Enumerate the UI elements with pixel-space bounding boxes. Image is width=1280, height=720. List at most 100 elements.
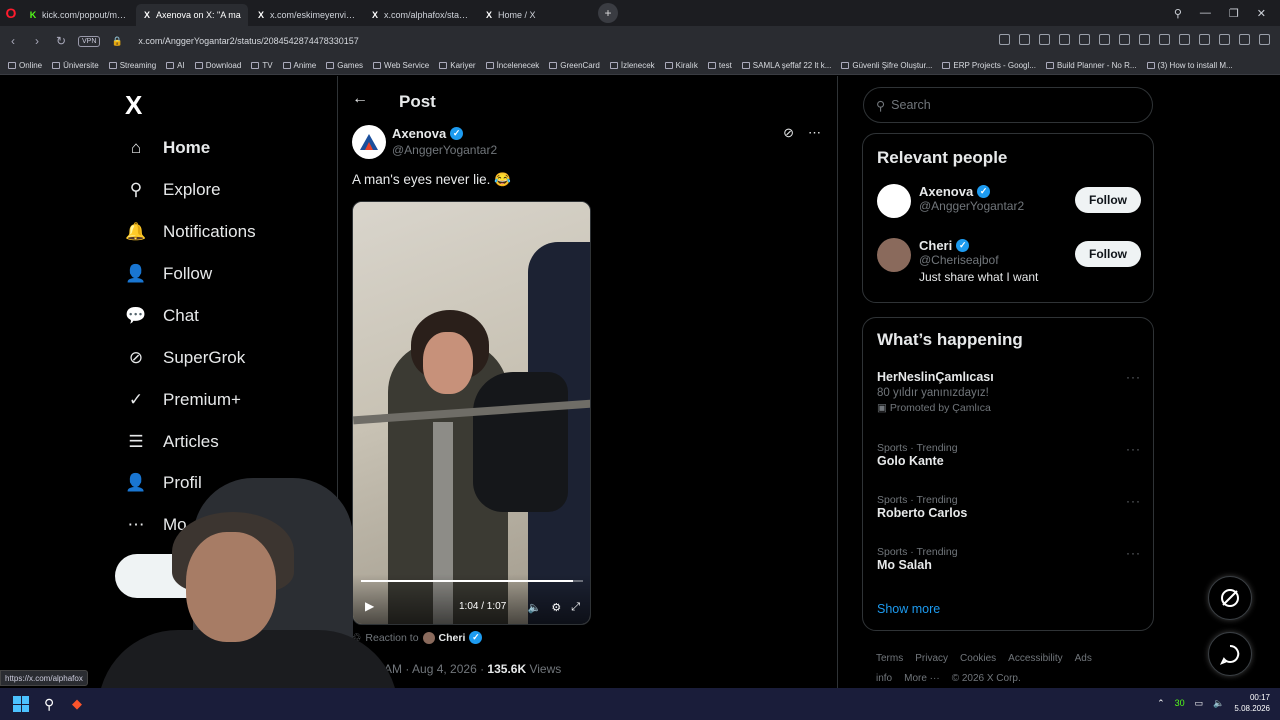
more-options-icon[interactable]: ··· <box>1126 370 1141 384</box>
trend-item[interactable]: HerNeslinÇamlıcası 80 yıldır yanınızdayız… <box>877 370 1141 414</box>
trend-item[interactable]: Sports · Trending Mo Salah ··· <box>877 546 1141 572</box>
search-tabs-icon[interactable]: ⚲ <box>1174 7 1182 20</box>
footer-link[interactable]: More ··· <box>904 673 940 684</box>
snapshot-icon[interactable] <box>1019 34 1030 45</box>
new-tab-button[interactable]: + <box>598 3 618 23</box>
download-icon[interactable] <box>1139 34 1150 45</box>
relevant-person[interactable]: Axenova ✓ @AnggerYogantar2 <box>877 184 1024 218</box>
camera-icon[interactable] <box>1039 34 1050 45</box>
brave-icon[interactable]: ◆ <box>72 696 82 712</box>
footer-link[interactable]: Cookies <box>960 653 996 664</box>
bookmark-item[interactable]: ERP Projects - Googl... <box>942 61 1036 70</box>
url-field[interactable]: x.com/AnggerYogantar2/status/20845428744… <box>138 36 358 46</box>
more-options-icon[interactable]: ··· <box>1126 442 1141 456</box>
bookmark-item[interactable]: SAMLA şeffaf 22 lt k... <box>741 61 831 70</box>
bookmark-item[interactable]: TV <box>251 61 273 70</box>
avatar[interactable] <box>877 238 911 272</box>
vpn-badge[interactable]: VPN <box>78 35 101 47</box>
close-icon[interactable]: ✕ <box>1257 7 1266 20</box>
tray-badge[interactable]: 30 <box>1175 698 1185 708</box>
grok-fab-button[interactable] <box>1208 576 1252 620</box>
clock[interactable]: 00:17 5.08.2026 <box>1234 692 1270 714</box>
more-options-icon[interactable]: ⋯ <box>808 125 821 141</box>
browser-tab[interactable]: X Axenova on X: "A ma <box>136 4 248 26</box>
menu-icon[interactable] <box>1159 34 1170 45</box>
trend-item[interactable]: Sports · Trending Golo Kante ··· <box>877 442 1141 468</box>
messages-fab-button[interactable] <box>1208 632 1252 676</box>
relevant-person[interactable]: Cheri ✓ @Cheriseajbof Just share what I w… <box>877 238 1038 284</box>
bookmark-item[interactable]: test <box>707 61 732 70</box>
nav-item-home[interactable]: ⌂ Home <box>125 128 210 168</box>
nav-item-chat[interactable]: 💬 Chat <box>125 296 199 336</box>
adblock-icon[interactable] <box>1239 34 1250 45</box>
nav-item-supergrok[interactable]: ⊘ SuperGrok <box>125 338 245 378</box>
more-options-icon[interactable]: ··· <box>1126 494 1141 508</box>
extension-icon[interactable] <box>1079 34 1090 45</box>
avatar[interactable] <box>877 184 911 218</box>
bookmark-item[interactable]: İzlenecek <box>609 61 655 70</box>
nav-item-premium[interactable]: ✓ Premium+ <box>125 380 241 420</box>
bookmark-item[interactable]: İncelenecek <box>485 61 539 70</box>
bookmark-item[interactable]: GreenCard <box>549 61 600 70</box>
lock-icon[interactable]: 🔒 <box>110 36 124 47</box>
volume-icon[interactable]: 🔈 <box>1213 698 1224 709</box>
follow-button[interactable]: Follow <box>1075 187 1141 213</box>
follow-button[interactable]: Follow <box>1075 241 1141 267</box>
back-arrow-icon[interactable]: ← <box>352 90 368 108</box>
bookmark-item[interactable]: Kariyer <box>439 61 476 70</box>
bookmark-item[interactable]: Build Planner - No R... <box>1045 61 1137 70</box>
author-name[interactable]: Axenova ✓ <box>392 126 464 141</box>
extension-k-icon[interactable] <box>1219 34 1230 45</box>
maximize-icon[interactable]: ❐ <box>1229 7 1239 20</box>
search-icon[interactable]: ⚲ <box>44 696 54 713</box>
bookmark-item[interactable]: Online <box>8 61 42 70</box>
footer-link[interactable]: Privacy <box>915 653 948 664</box>
heart-icon[interactable] <box>1119 34 1130 45</box>
nav-item-articles[interactable]: ☰ Articles <box>125 422 218 462</box>
more-options-icon[interactable]: ··· <box>1126 546 1141 560</box>
settings-icon[interactable] <box>1259 34 1270 45</box>
author-handle[interactable]: @AnggerYogantar2 <box>392 143 497 157</box>
bookmark-item[interactable]: Güvenli Şifre Oluştur... <box>841 61 932 70</box>
bookmark-item[interactable]: Anime <box>282 61 316 70</box>
bookmark-item[interactable]: Games <box>326 61 363 70</box>
bookmark-item[interactable]: Download <box>194 61 241 70</box>
nav-item-notifications[interactable]: 🔔 Notifications <box>125 212 255 252</box>
search-input[interactable]: ⚲ Search <box>863 87 1153 123</box>
reload-icon[interactable]: ↻ <box>54 34 68 48</box>
footer-link[interactable]: Terms <box>876 653 903 664</box>
bookmark-item[interactable]: (3) How to install M... <box>1146 61 1233 70</box>
show-more-link[interactable]: Show more <box>877 602 940 616</box>
bookmark-item[interactable]: Üniversite <box>52 61 99 70</box>
forward-arrow-icon[interactable]: › <box>30 34 44 48</box>
browser-tab[interactable]: Kkick.com/popout/mehme <box>22 4 134 26</box>
nav-item-explore[interactable]: ⚲ Explore <box>125 170 221 210</box>
browser-tab[interactable]: Xx.com/alphafox/status/20 <box>364 4 476 26</box>
settings-gear-icon[interactable]: ⚙ <box>551 601 561 614</box>
profile-icon[interactable] <box>1179 34 1190 45</box>
bookmark-item[interactable]: Streaming <box>108 61 156 70</box>
x-logo[interactable]: X <box>125 90 142 121</box>
back-arrow-icon[interactable]: ‹ <box>6 34 20 48</box>
bookmark-item[interactable]: Kiralık <box>664 61 698 70</box>
fullscreen-icon[interactable]: ⤢ <box>571 601 580 614</box>
grok-icon[interactable]: ⊘ <box>783 125 794 141</box>
network-icon[interactable]: ▭ <box>1195 698 1204 709</box>
volume-icon[interactable]: 🔈 <box>528 601 542 614</box>
chevron-up-icon[interactable]: ⌃ <box>1157 698 1165 709</box>
minimize-icon[interactable]: — <box>1200 7 1211 19</box>
browser-tab[interactable]: Xx.com/eskimeyenvideo/st <box>250 4 362 26</box>
footer-link[interactable]: Accessibility <box>1008 653 1062 664</box>
browser-tab[interactable]: X Home / X <box>478 4 590 26</box>
trend-item[interactable]: Sports · Trending Roberto Carlos ··· <box>877 494 1141 520</box>
author-avatar[interactable] <box>352 125 386 159</box>
extension-green-icon[interactable] <box>1199 34 1210 45</box>
windows-start-icon[interactable] <box>13 696 29 712</box>
play-icon[interactable] <box>1099 34 1110 45</box>
footer-link[interactable]: © 2026 X Corp. <box>952 673 1021 684</box>
opera-logo-icon[interactable]: O <box>0 0 22 26</box>
bookmark-item[interactable]: AI <box>166 61 185 70</box>
bookmark-item[interactable]: Web Service <box>373 61 429 70</box>
zoom-icon[interactable] <box>999 34 1010 45</box>
shield-icon[interactable] <box>1059 34 1070 45</box>
